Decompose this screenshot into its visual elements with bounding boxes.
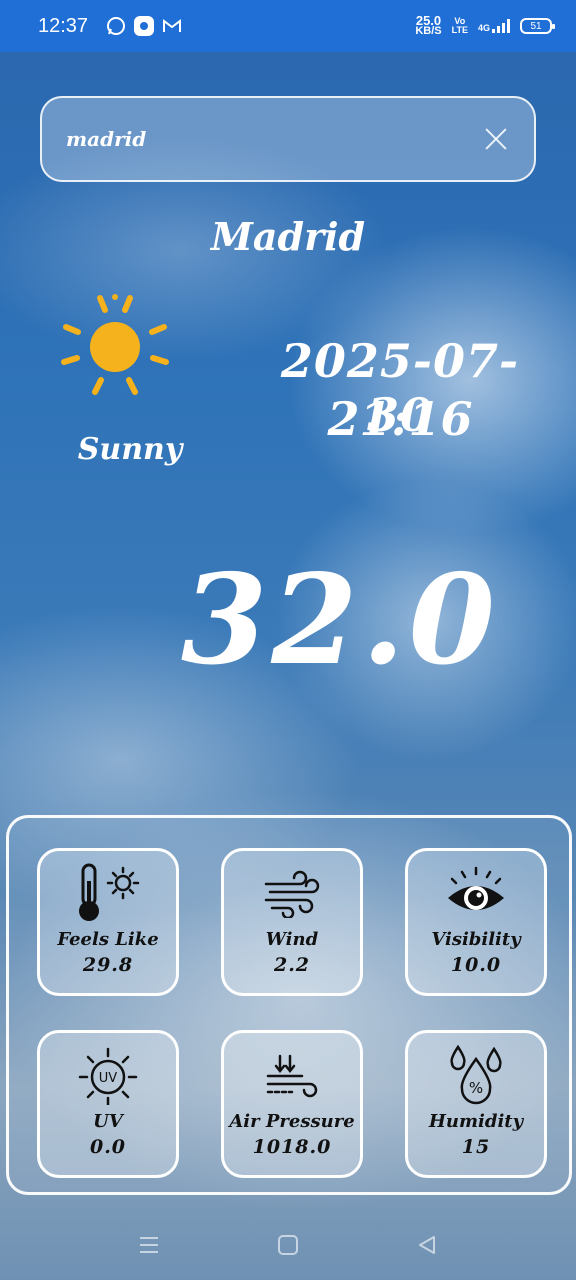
metric-label: Air Pressure [229, 1111, 355, 1132]
close-icon[interactable] [482, 125, 510, 153]
metric-card-uv: UV UV 0.0 [37, 1030, 179, 1178]
whatsapp-icon [106, 16, 126, 36]
home-icon[interactable] [276, 1233, 300, 1257]
metric-value: 29.8 [82, 954, 134, 976]
humidity-icon: % [444, 1043, 508, 1107]
metric-value: 15 [461, 1136, 491, 1158]
search-input[interactable] [66, 127, 482, 151]
eye-icon [444, 861, 508, 925]
status-time: 12:37 [38, 14, 89, 37]
metric-value: 1018.0 [252, 1136, 332, 1158]
signal-icon: 4G [478, 19, 510, 33]
uv-icon: UV [76, 1043, 140, 1107]
metric-card-visibility: Visibility 10.0 [405, 848, 547, 996]
time-label: 21:16 [327, 392, 473, 446]
status-bar: 12:37 25.0 KB/S Vo LTE 4G 51 [0, 0, 576, 52]
temperature: 32.0 [180, 548, 499, 693]
search-box [40, 96, 536, 182]
metric-label: Visibility [431, 929, 521, 950]
gmail-icon [162, 16, 182, 36]
city-name: Madrid [210, 214, 366, 259]
svg-text:UV: UV [99, 1071, 118, 1086]
navigation-bar [0, 1210, 576, 1280]
battery-icon: 51 [520, 18, 555, 34]
wind-icon [262, 861, 322, 925]
volte-indicator: Vo LTE [451, 16, 468, 35]
metric-label: Feels Like [57, 929, 159, 950]
app-notification-icon [134, 16, 155, 36]
metric-label: Wind [265, 929, 319, 950]
metric-value: 0.0 [89, 1136, 127, 1158]
thermometer-sun-icon [73, 861, 143, 925]
metric-label: UV [93, 1111, 123, 1132]
metric-card-feels-like: Feels Like 29.8 [37, 848, 179, 996]
network-speed: 25.0 KB/S [415, 13, 442, 37]
metric-card-wind: Wind 2.2 [221, 848, 363, 996]
sun-icon [61, 294, 169, 395]
metric-card-air-pressure: Air Pressure 1018.0 [221, 1030, 363, 1178]
metrics-panel: Feels Like 29.8 Wind 2.2 Visibility 10.0… [6, 815, 572, 1195]
back-icon[interactable] [415, 1233, 439, 1257]
metric-value: 10.0 [450, 954, 502, 976]
metric-label: Humidity [428, 1111, 524, 1132]
menu-icon[interactable] [137, 1233, 161, 1257]
weather-condition: Sunny [77, 432, 183, 467]
air-pressure-icon [262, 1043, 322, 1107]
metric-value: 2.2 [273, 954, 311, 976]
metric-card-humidity: % Humidity 15 [405, 1030, 547, 1178]
svg-text:%: % [469, 1079, 483, 1097]
